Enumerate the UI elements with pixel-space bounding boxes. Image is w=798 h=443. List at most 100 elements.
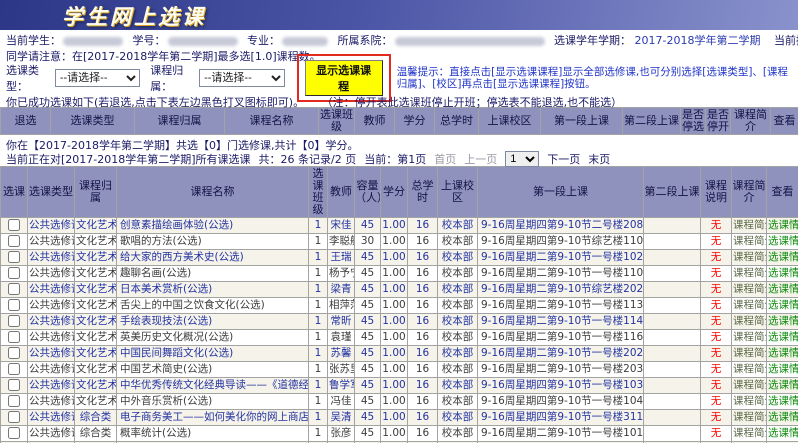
course-view-link[interactable]: 选课情况 xyxy=(767,250,798,266)
course-view-link[interactable]: 选课情况 xyxy=(767,298,798,314)
select-course-checkbox[interactable] xyxy=(8,315,20,327)
course-teacher: 宋佳 xyxy=(328,218,355,234)
course-name-link[interactable]: 手绘表现技法(公选) xyxy=(117,314,309,330)
course-campus: 校本部 xyxy=(438,410,478,426)
course-hours: 16 xyxy=(408,378,438,394)
page-select[interactable]: 1 xyxy=(505,151,539,167)
course-view-link[interactable]: 选课情况 xyxy=(767,234,798,250)
course-class: 1 xyxy=(309,426,328,442)
course-name-link[interactable]: 中国艺术简史(公选) xyxy=(117,362,309,378)
course-name-link[interactable]: 歌唱的方法(公选) xyxy=(117,234,309,250)
course-class: 1 xyxy=(309,234,328,250)
course-view-link[interactable]: 选课情况 xyxy=(767,218,798,234)
select-course-checkbox[interactable] xyxy=(8,411,20,423)
course-name-link[interactable]: 中外音乐赏析(公选) xyxy=(117,394,309,410)
course-credit: 1.00 xyxy=(381,394,408,410)
select-course-checkbox[interactable] xyxy=(8,331,20,343)
select-cell xyxy=(1,346,28,362)
course-intro-link[interactable]: 课程简介 xyxy=(732,394,767,410)
course-intro-link[interactable]: 课程简介 xyxy=(732,266,767,282)
select-course-checkbox[interactable] xyxy=(8,347,20,359)
course-view-link[interactable]: 选课情况 xyxy=(767,346,798,362)
select-course-checkbox[interactable] xyxy=(8,395,20,407)
course-class: 1 xyxy=(309,282,328,298)
show-courses-button[interactable]: 显示选课课程 xyxy=(305,60,383,96)
course-note: 无 xyxy=(701,314,732,330)
course-view-link[interactable]: 选课情况 xyxy=(767,282,798,298)
course-credit: 1.00 xyxy=(381,266,408,282)
select-course-checkbox[interactable] xyxy=(8,235,20,247)
course-view-link[interactable]: 选课情况 xyxy=(767,266,798,282)
course-category-select[interactable]: --请选择-- xyxy=(199,69,284,87)
course-type: 公共选修课 xyxy=(28,378,75,394)
select-course-checkbox[interactable] xyxy=(8,363,20,375)
course-intro-link[interactable]: 课程简介 xyxy=(732,282,767,298)
course-note: 无 xyxy=(701,266,732,282)
course-intro-link[interactable]: 课程简介 xyxy=(732,330,767,346)
pager-next[interactable]: 下一页 xyxy=(547,151,580,167)
select-course-checkbox[interactable] xyxy=(8,283,20,295)
filter-bar: 选课类型： --请选择-- 课程归属： --请选择-- 显示选课课程 温馨提示：… xyxy=(0,62,798,92)
course-campus: 校本部 xyxy=(438,394,478,410)
course-teacher: 张彦 xyxy=(328,426,355,442)
col-type: 选课类型 xyxy=(28,167,75,218)
course-type: 公共选修课 xyxy=(28,346,75,362)
course-view-link[interactable]: 选课情况 xyxy=(767,362,798,378)
course-capacity: 45 xyxy=(355,362,381,378)
course-name-link[interactable]: 创意素描绘画体验(公选) xyxy=(117,218,309,234)
course-row: 公共选修课 文化艺术类 创意素描绘画体验(公选) 1 宋佳 45 1.00 16… xyxy=(1,218,798,234)
course-name-link[interactable]: 概率统计(公选) xyxy=(117,426,309,442)
course-schedule-1: 9-16周星期四第9-10节一号楼311室(60人) xyxy=(478,410,644,426)
course-type: 公共选修课 xyxy=(28,362,75,378)
course-intro-link[interactable]: 课程简介 xyxy=(732,234,767,250)
course-name-link[interactable]: 英美历史文化概况(公选) xyxy=(117,330,309,346)
redacted-department xyxy=(395,37,545,46)
course-name-link[interactable]: 中华优秀传统文化经典导读——《道德经》(公选) xyxy=(117,378,309,394)
col-stop-select: 是否停选 xyxy=(681,108,706,135)
course-schedule-2 xyxy=(644,410,701,426)
course-view-link[interactable]: 选课情况 xyxy=(767,394,798,410)
course-view-link[interactable]: 选课情况 xyxy=(767,378,798,394)
course-view-link[interactable]: 选课情况 xyxy=(767,314,798,330)
select-course-checkbox[interactable] xyxy=(8,267,20,279)
course-intro-link[interactable]: 课程简介 xyxy=(732,250,767,266)
course-type: 公共选修课 xyxy=(28,250,75,266)
course-name-link[interactable]: 趣聊名画(公选) xyxy=(117,266,309,282)
pager-last[interactable]: 末页 xyxy=(588,151,610,167)
course-intro-link[interactable]: 课程简介 xyxy=(732,346,767,362)
page-title: 学生网上选课 xyxy=(62,1,206,31)
course-name-link[interactable]: 舌尖上的中国之饮食文化(公选) xyxy=(117,298,309,314)
select-course-checkbox[interactable] xyxy=(8,219,20,231)
course-schedule-2 xyxy=(644,330,701,346)
course-campus: 校本部 xyxy=(438,250,478,266)
select-course-checkbox[interactable] xyxy=(8,251,20,263)
course-intro-link[interactable]: 课程简介 xyxy=(732,410,767,426)
course-view-link[interactable]: 选课情况 xyxy=(767,426,798,442)
course-note: 无 xyxy=(701,410,732,426)
col-hours: 总学时 xyxy=(408,167,438,218)
course-name-link[interactable]: 日本美术赏析(公选) xyxy=(117,282,309,298)
course-category: 文化艺术类 xyxy=(75,234,117,250)
course-intro-link[interactable]: 课程简介 xyxy=(732,218,767,234)
course-intro-link[interactable]: 课程简介 xyxy=(732,426,767,442)
course-class: 1 xyxy=(309,266,328,282)
course-row: 公共选修课 文化艺术类 舌尖上的中国之饮食文化(公选) 1 相萍萍 45 1.0… xyxy=(1,298,798,314)
course-name-link[interactable]: 给大家的西方美术史(公选) xyxy=(117,250,309,266)
course-category: 综合类 xyxy=(75,426,117,442)
course-view-link[interactable]: 选课情况 xyxy=(767,410,798,426)
course-category: 文化艺术类 xyxy=(75,218,117,234)
course-category: 文化艺术类 xyxy=(75,298,117,314)
course-intro-link[interactable]: 课程简介 xyxy=(732,298,767,314)
course-name-link[interactable]: 中国民间舞蹈文化(公选) xyxy=(117,346,309,362)
select-course-checkbox[interactable] xyxy=(8,299,20,311)
course-name-link[interactable]: 电子商务美工——如何美化你的网上商店(公选) xyxy=(117,410,309,426)
course-capacity: 45 xyxy=(355,218,381,234)
course-schedule-1: 9-16周星期四第9-10节一号楼103室(70人) xyxy=(478,378,644,394)
select-course-checkbox[interactable] xyxy=(8,379,20,391)
course-type-select[interactable]: --请选择-- xyxy=(55,69,140,87)
course-intro-link[interactable]: 课程简介 xyxy=(732,378,767,394)
course-view-link[interactable]: 选课情况 xyxy=(767,330,798,346)
select-course-checkbox[interactable] xyxy=(8,427,20,439)
course-intro-link[interactable]: 课程简介 xyxy=(732,362,767,378)
course-intro-link[interactable]: 课程简介 xyxy=(732,314,767,330)
